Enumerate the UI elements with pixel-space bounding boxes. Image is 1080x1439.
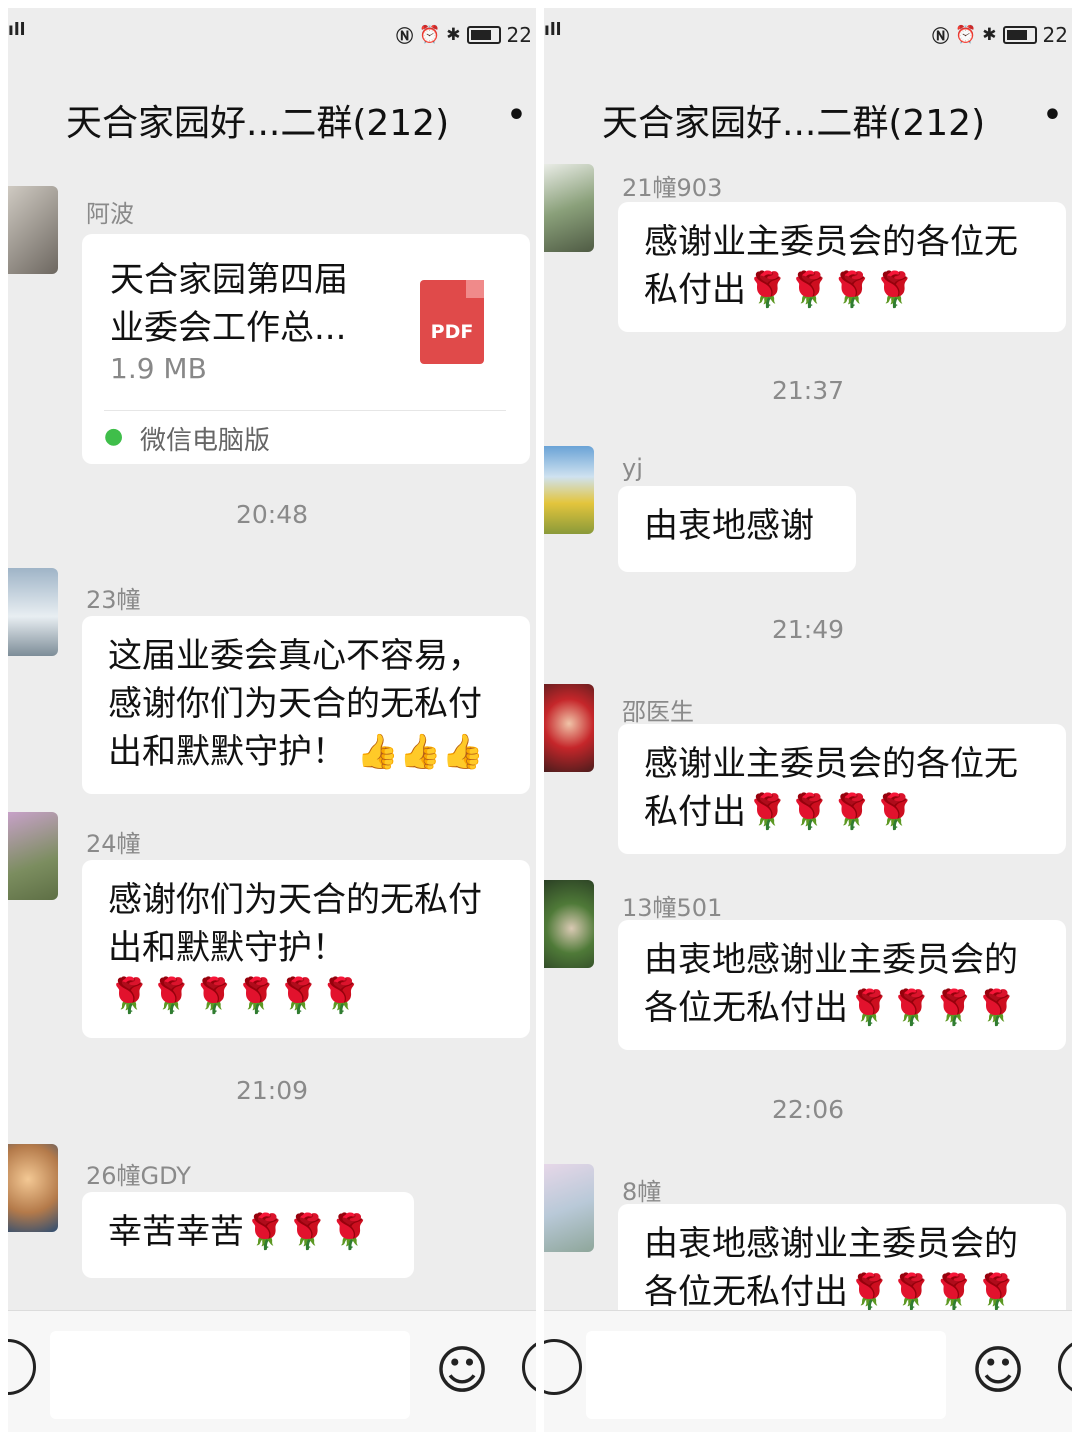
- avatar[interactable]: [544, 1164, 594, 1252]
- message-bubble[interactable]: 由衷地感谢业主委员会的 各位无私付出🌹🌹🌹🌹: [618, 920, 1066, 1050]
- timestamp: 21:09: [235, 1076, 309, 1105]
- sender-name: 阿波: [86, 200, 134, 228]
- timestamp: 20:48: [235, 500, 309, 529]
- status-bar: ıll Ⓝ ⏰ ✱ 22: [8, 8, 536, 56]
- avatar[interactable]: [8, 568, 58, 656]
- nfc-icon: Ⓝ: [932, 27, 950, 47]
- bluetooth-icon: ✱: [982, 24, 997, 45]
- message-bubble[interactable]: 由衷地感谢: [618, 486, 856, 572]
- sender-name: 23幢: [86, 586, 141, 614]
- timestamp: 21:37: [771, 376, 845, 405]
- sender-name: 13幢501: [622, 894, 723, 922]
- sender-name: 24幢: [86, 830, 141, 858]
- avatar[interactable]: [544, 880, 594, 968]
- input-bar: ☺: [544, 1310, 1072, 1432]
- sender-name: 26幢GDY: [86, 1162, 191, 1190]
- file-bubble[interactable]: 天合家园第四届 业委会工作总... 1.9 MB PDF ● 微信电脑版: [82, 234, 530, 464]
- plus-button[interactable]: [1058, 1339, 1072, 1395]
- status-time: 22: [1042, 22, 1068, 47]
- message-text: 由衷地感谢: [644, 506, 814, 546]
- chat-panel-left: ıll Ⓝ ⏰ ✱ 22 天合家园好...二群(212) • 阿波 天合家园第四…: [8, 8, 536, 1432]
- input-bar: ☺: [8, 1310, 536, 1432]
- emoji-icon[interactable]: ☺: [432, 1341, 492, 1401]
- battery-icon: [1002, 25, 1037, 44]
- avatar[interactable]: [8, 812, 58, 900]
- message-text: 由衷地感谢业主委员会的 各位无私付出🌹🌹🌹🌹: [644, 1224, 1018, 1312]
- alarm-icon: ⏰: [955, 24, 977, 45]
- chat-header: 天合家园好...二群(212) •: [544, 76, 1072, 166]
- emoji-icon[interactable]: ☺: [968, 1341, 1028, 1401]
- file-size: 1.9 MB: [110, 352, 207, 385]
- battery-icon: [466, 25, 501, 44]
- chat-title: 天合家园好...二群(212): [602, 103, 986, 144]
- message-input[interactable]: [586, 1331, 946, 1419]
- wechat-icon: ●: [104, 424, 124, 449]
- avatar[interactable]: [544, 684, 594, 772]
- sender-name: 邵医生: [622, 698, 694, 726]
- message-text: 感谢业主委员会的各位无 私付出🌹🌹🌹🌹: [644, 222, 1018, 310]
- avatar[interactable]: [8, 1144, 58, 1232]
- status-time: 22: [506, 22, 532, 47]
- avatar[interactable]: [544, 164, 594, 252]
- divider: [104, 410, 506, 411]
- plus-button[interactable]: [522, 1339, 536, 1395]
- status-bar: ıll Ⓝ ⏰ ✱ 22: [544, 8, 1072, 56]
- pdf-file-icon: PDF: [420, 280, 484, 364]
- message-text: 由衷地感谢业主委员会的 各位无私付出🌹🌹🌹🌹: [644, 940, 1018, 1028]
- sender-name: yj: [622, 454, 643, 482]
- avatar[interactable]: [544, 446, 594, 534]
- sender-name: 21幢903: [622, 174, 723, 202]
- message-bubble[interactable]: 感谢你们为天合的无私付 出和默默守护！ 🌹🌹🌹🌹🌹🌹: [82, 860, 530, 1038]
- chat-title: 天合家园好...二群(212): [66, 103, 450, 144]
- more-menu-icon[interactable]: •: [507, 98, 526, 133]
- message-bubble[interactable]: 感谢业主委员会的各位无 私付出🌹🌹🌹🌹: [618, 202, 1066, 332]
- message-bubble[interactable]: 这届业委会真心不容易， 感谢你们为天合的无私付 出和默默守护！ 👍👍👍: [82, 616, 530, 794]
- chat-header: 天合家园好...二群(212) •: [8, 76, 536, 166]
- wifi-icon: ıll: [544, 20, 562, 40]
- message-text: 幸苦幸苦🌹🌹🌹: [108, 1212, 372, 1252]
- message-text: 感谢业主委员会的各位无 私付出🌹🌹🌹🌹: [644, 744, 1018, 832]
- bluetooth-icon: ✱: [446, 24, 461, 45]
- avatar[interactable]: [8, 186, 58, 274]
- alarm-icon: ⏰: [419, 24, 441, 45]
- wifi-icon: ıll: [8, 20, 26, 40]
- timestamp: 21:49: [771, 615, 845, 644]
- message-text: 这届业委会真心不容易， 感谢你们为天合的无私付 出和默默守护！ 👍👍👍: [108, 636, 484, 772]
- message-input[interactable]: [50, 1331, 410, 1419]
- timestamp: 22:06: [771, 1095, 845, 1124]
- sender-name: 8幢: [622, 1178, 662, 1206]
- chat-panel-right: ıll Ⓝ ⏰ ✱ 22 天合家园好...二群(212) • 21幢903 感谢…: [544, 8, 1072, 1432]
- file-source: 微信电脑版: [140, 426, 271, 456]
- more-menu-icon[interactable]: •: [1043, 98, 1062, 133]
- message-text: 感谢你们为天合的无私付 出和默默守护！ 🌹🌹🌹🌹🌹🌹: [108, 880, 482, 1016]
- voice-button[interactable]: [544, 1339, 582, 1395]
- message-bubble[interactable]: 幸苦幸苦🌹🌹🌹: [82, 1192, 414, 1278]
- file-name: 天合家园第四届 业委会工作总...: [110, 260, 348, 348]
- voice-button[interactable]: [8, 1339, 36, 1395]
- message-bubble[interactable]: 感谢业主委员会的各位无 私付出🌹🌹🌹🌹: [618, 724, 1066, 854]
- nfc-icon: Ⓝ: [396, 27, 414, 47]
